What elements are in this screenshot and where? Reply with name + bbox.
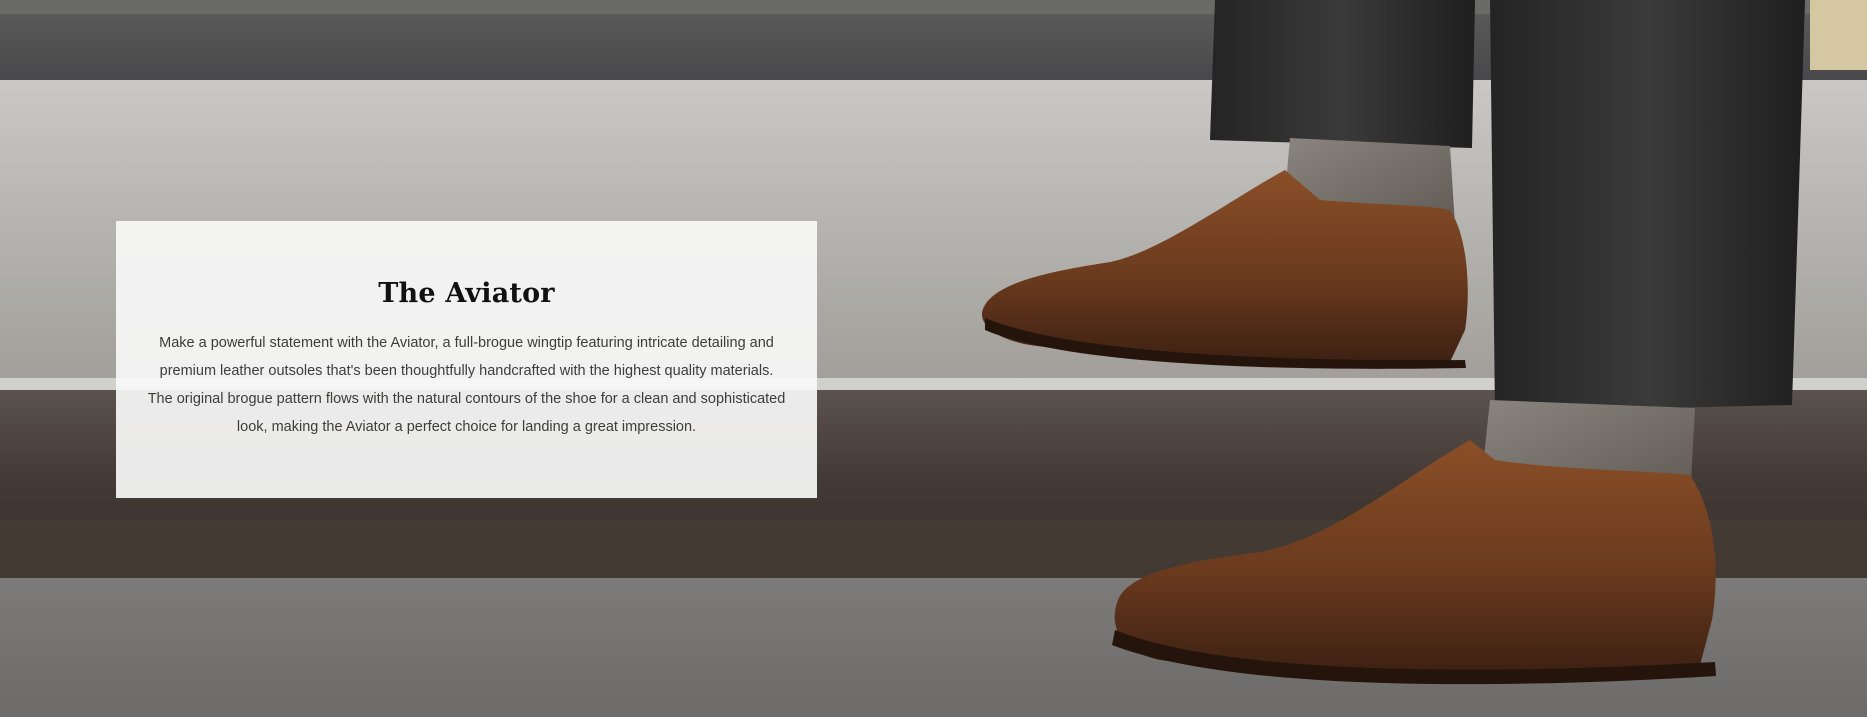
hero-banner: The Aviator Make a powerful statement wi…	[0, 0, 1867, 717]
product-title: The Aviator	[378, 278, 555, 309]
product-feature-card: The Aviator Make a powerful statement wi…	[116, 221, 817, 498]
product-description: Make a powerful statement with the Aviat…	[147, 335, 786, 435]
